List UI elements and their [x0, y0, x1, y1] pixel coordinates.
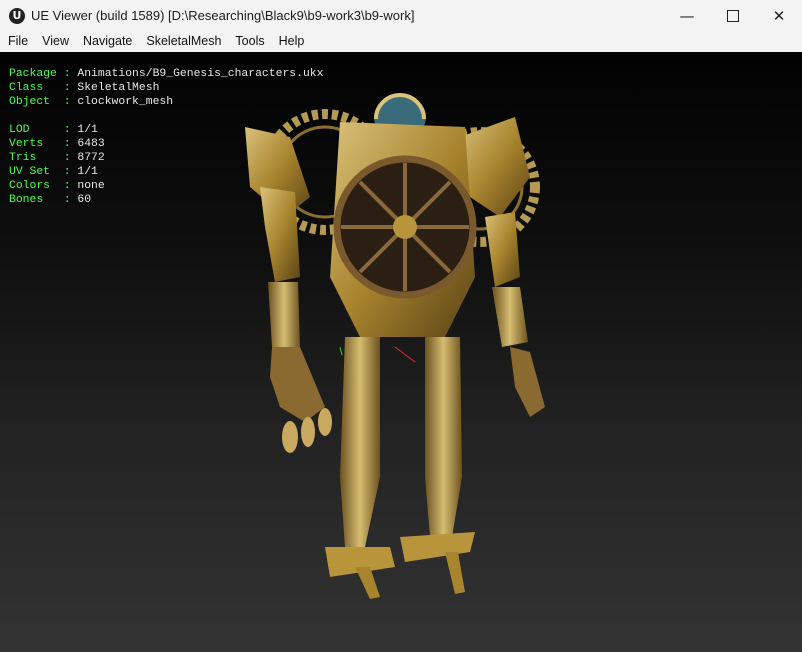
menu-bar: File View Navigate SkeletalMesh Tools He…: [0, 31, 802, 51]
close-icon: ✕: [772, 6, 786, 25]
menu-tools[interactable]: Tools: [228, 34, 271, 48]
3d-viewport[interactable]: Package : Animations/B9_Genesis_characte…: [0, 52, 802, 652]
window-title: UE Viewer (build 1589) [D:\Researching\B…: [31, 8, 415, 23]
maximize-button[interactable]: [710, 0, 756, 31]
maximize-icon: [727, 9, 739, 22]
title-bar[interactable]: U UE Viewer (build 1589) [D:\Researching…: [0, 0, 802, 31]
minimize-button[interactable]: —: [664, 0, 710, 31]
menu-file[interactable]: File: [0, 34, 35, 48]
menu-help[interactable]: Help: [272, 34, 312, 48]
app-window: U UE Viewer (build 1589) [D:\Researching…: [0, 0, 802, 652]
close-button[interactable]: ✕: [756, 0, 802, 31]
clockwork-robot-model[interactable]: [230, 77, 560, 602]
menu-navigate[interactable]: Navigate: [76, 34, 139, 48]
menu-skeletalmesh[interactable]: SkeletalMesh: [139, 34, 228, 48]
menu-view[interactable]: View: [35, 34, 76, 48]
minimize-icon: —: [679, 6, 695, 25]
unreal-logo-icon: U: [9, 7, 25, 24]
window-controls: — ✕: [664, 0, 802, 31]
